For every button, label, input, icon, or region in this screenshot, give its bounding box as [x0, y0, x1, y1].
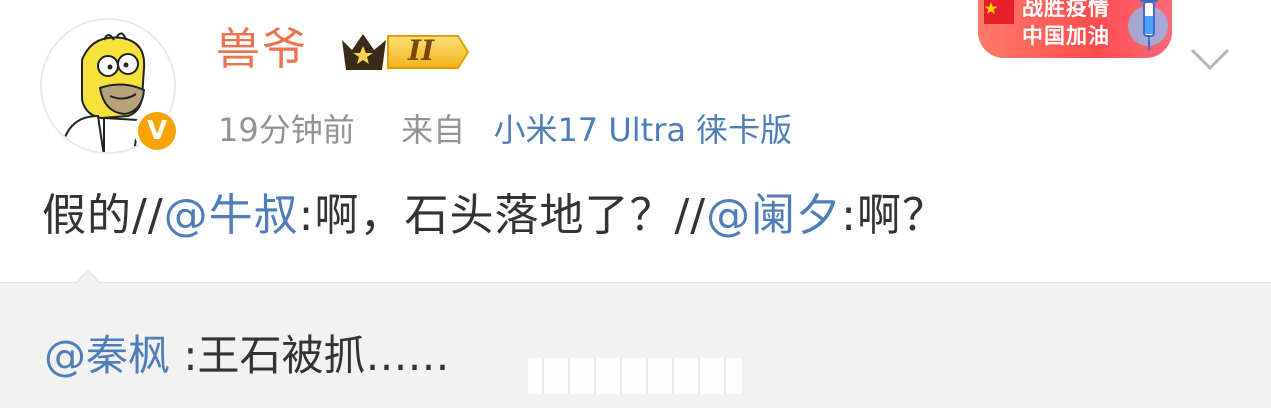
content-text-2: :啊，石头落地了？//: [298, 190, 707, 241]
promo-badge[interactable]: 战胜疫情 中国加油: [978, 0, 1172, 58]
quote-pointer: [76, 272, 100, 284]
source-device[interactable]: 小米17 Ultra 徕卡版: [493, 111, 792, 149]
timestamp: 19分钟前: [218, 111, 355, 149]
quoted-mention-link[interactable]: @秦枫: [44, 331, 170, 380]
content-text-1: 假的//: [42, 190, 164, 241]
mention-link-1[interactable]: @牛叔: [164, 190, 299, 241]
quoted-body: :王石被抓……: [170, 331, 450, 380]
post-content: 假的//@牛叔:啊，石头落地了？//@阑夕:啊？: [42, 186, 947, 246]
level-badge[interactable]: II: [336, 28, 470, 76]
content-text-3: :啊？: [841, 190, 947, 241]
mention-link-2[interactable]: @阑夕: [706, 190, 841, 241]
username[interactable]: 兽爷: [216, 22, 308, 78]
flag-icon: [984, 0, 1014, 24]
verified-v-icon: V: [138, 112, 176, 150]
quoted-post-text: @秦枫 :王石被抓……: [44, 328, 450, 384]
post-meta: 19分钟前 来自 小米17 Ultra 徕卡版: [218, 108, 792, 152]
level-text: II: [408, 34, 435, 67]
verified-badge: V: [134, 108, 180, 154]
promo-line2: 中国加油: [1022, 24, 1110, 48]
weibo-post-card: V 兽爷 II 19分钟前 来自 小米17 Ultra 徕卡版 战胜疫情 中国加…: [0, 0, 1271, 280]
source-prefix: 来自: [401, 111, 466, 149]
crown-level-icon: [342, 34, 470, 70]
syringe-icon: [1128, 0, 1168, 50]
chevron-down-icon[interactable]: [1188, 44, 1232, 74]
blurred-text-overlay: [528, 358, 742, 394]
promo-line1: 战胜疫情: [1022, 0, 1110, 20]
